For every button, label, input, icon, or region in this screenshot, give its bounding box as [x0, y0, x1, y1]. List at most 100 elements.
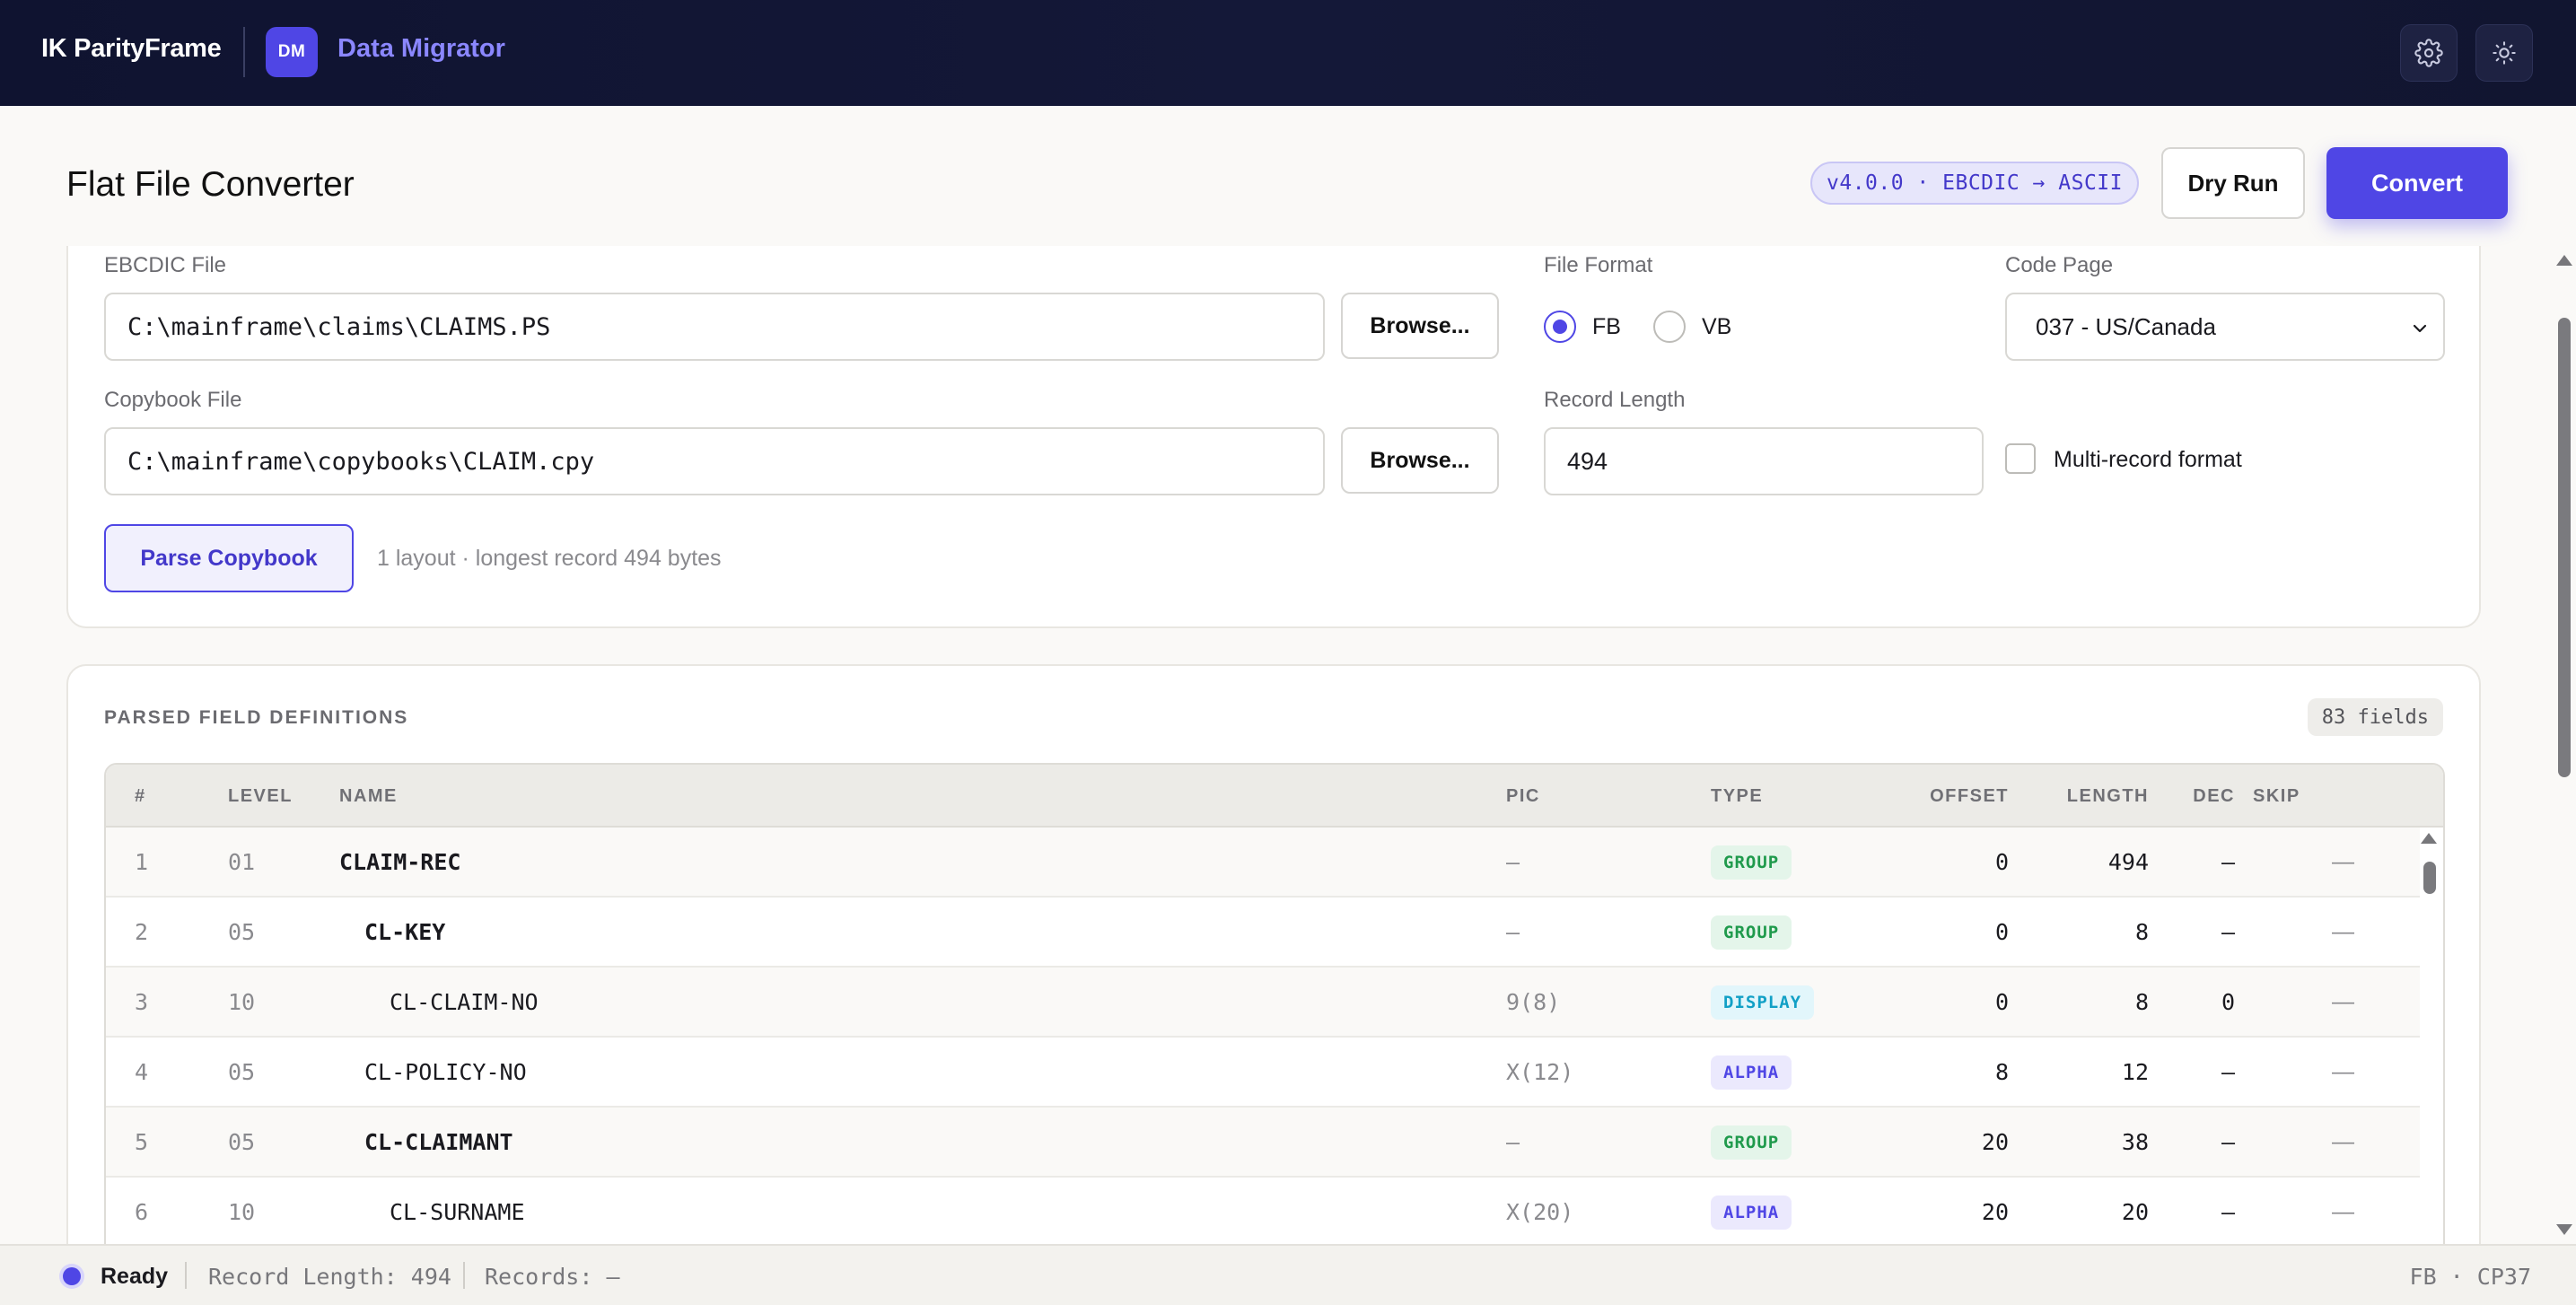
status-format-info: FB · CP37 — [2409, 1264, 2531, 1290]
ebcdic-file-input[interactable]: C:\mainframe\claims\CLAIMS.PS — [104, 293, 1325, 361]
status-divider — [185, 1262, 187, 1289]
col-header-name: NAME — [339, 786, 398, 806]
row-dec: — — [2221, 919, 2235, 945]
row-offset: 0 — [1994, 919, 2009, 945]
col-header-type: TYPE — [1711, 786, 1764, 806]
brand-name: IK ParityFrame — [41, 34, 222, 63]
page-scroll-down-icon[interactable] — [2556, 1224, 2572, 1235]
type-badge: GROUP — [1711, 915, 1792, 950]
status-record-length: Record Length: 494 — [208, 1264, 451, 1290]
row-number: 6 — [135, 1199, 149, 1225]
parse-copybook-button[interactable]: Parse Copybook — [104, 524, 354, 592]
file-format-label: File Format — [1544, 253, 1653, 277]
format-fb-label: FB — [1592, 314, 1621, 339]
settings-button[interactable] — [2400, 24, 2458, 82]
table-row[interactable]: 3 10 CL-CLAIM-NO 9(8) DISPLAY 0 8 0 — — [106, 968, 2420, 1038]
row-skip[interactable]: — — [2332, 1129, 2354, 1155]
copybook-browse-button[interactable]: Browse... — [1341, 427, 1499, 494]
code-page-value: 037 - US/Canada — [2036, 312, 2216, 340]
type-badge: GROUP — [1711, 1125, 1792, 1160]
brand-divider — [243, 27, 245, 77]
table-row[interactable]: 4 05 CL-POLICY-NO X(12) ALPHA 8 12 — — — [106, 1038, 2420, 1108]
page-title: Flat File Converter — [66, 165, 355, 204]
row-pic: — — [1506, 919, 1520, 945]
row-skip[interactable]: — — [2332, 1059, 2354, 1085]
table-row[interactable]: 6 10 CL-SURNAME X(20) ALPHA 20 20 — — — [106, 1178, 2420, 1244]
record-length-input[interactable]: 494 — [1544, 427, 1984, 495]
table-scrollbar[interactable] — [2418, 829, 2440, 1244]
col-header-pic: PIC — [1506, 786, 1540, 806]
copybook-file-input[interactable]: C:\mainframe\copybooks\CLAIM.cpy — [104, 427, 1325, 495]
gear-icon — [2414, 39, 2443, 67]
row-level: 05 — [228, 919, 256, 945]
col-header-length: LENGTH — [2066, 786, 2149, 806]
row-pic: X(12) — [1506, 1059, 1574, 1085]
ebcdic-file-label: EBCDIC File — [104, 253, 227, 277]
app-name[interactable]: Data Migrator — [337, 34, 505, 64]
dry-run-button[interactable]: Dry Run — [2161, 147, 2305, 219]
scroll-up-icon[interactable] — [2421, 833, 2437, 844]
format-vb-radio[interactable] — [1653, 311, 1686, 343]
row-dec: 0 — [2221, 989, 2235, 1015]
theme-toggle-button[interactable] — [2475, 24, 2533, 82]
row-length: 38 — [2121, 1129, 2149, 1155]
row-skip[interactable]: — — [2332, 1199, 2354, 1225]
col-header-number: # — [135, 786, 146, 806]
row-length: 8 — [2134, 989, 2149, 1015]
record-length-label: Record Length — [1544, 388, 1686, 412]
row-level: 10 — [228, 1199, 256, 1225]
row-skip[interactable]: — — [2332, 919, 2354, 945]
row-level: 05 — [228, 1059, 256, 1085]
format-fb-radio[interactable] — [1544, 311, 1576, 343]
table-row[interactable]: 2 05 CL-KEY — GROUP 0 8 — — — [106, 898, 2420, 968]
page-scroll-thumb[interactable] — [2558, 318, 2571, 777]
convert-button[interactable]: Convert — [2326, 147, 2508, 219]
row-number: 1 — [135, 849, 149, 875]
type-badge: ALPHA — [1711, 1055, 1792, 1090]
row-dec: — — [2221, 1199, 2235, 1225]
ebcdic-browse-button[interactable]: Browse... — [1341, 293, 1499, 359]
row-dec: — — [2221, 1059, 2235, 1085]
row-dec: — — [2221, 1129, 2235, 1155]
page-scrollbar[interactable] — [2551, 246, 2576, 1244]
top-nav-bar: IK ParityFrame DM Data Migrator — [0, 0, 2576, 106]
row-length: 12 — [2121, 1059, 2149, 1085]
row-length: 20 — [2121, 1199, 2149, 1225]
type-badge: DISPLAY — [1711, 985, 1815, 1020]
table-row[interactable]: 5 05 CL-CLAIMANT — GROUP 20 38 — — — [106, 1108, 2420, 1178]
row-length: 494 — [2107, 849, 2149, 875]
row-pic: — — [1506, 849, 1520, 875]
col-header-offset: OFFSET — [1930, 786, 2009, 806]
row-offset: 20 — [1981, 1129, 2009, 1155]
row-skip[interactable]: — — [2332, 849, 2354, 875]
status-indicator-icon — [63, 1267, 81, 1285]
col-header-skip: SKIP — [2253, 786, 2300, 806]
col-header-level: LEVEL — [228, 786, 293, 806]
status-divider — [463, 1262, 465, 1289]
sun-icon — [2493, 41, 2516, 65]
row-number: 4 — [135, 1059, 149, 1085]
type-badge: GROUP — [1711, 845, 1792, 880]
row-level: 05 — [228, 1129, 256, 1155]
page-scroll-up-icon[interactable] — [2556, 255, 2572, 266]
row-number: 3 — [135, 989, 149, 1015]
row-name: CL-SURNAME — [390, 1199, 525, 1225]
table-header: # LEVEL NAME PIC TYPE OFFSET LENGTH DEC … — [106, 765, 2443, 828]
row-pic: 9(8) — [1506, 989, 1561, 1015]
table-row[interactable]: 1 01 CLAIM-REC — GROUP 0 494 — — — [106, 828, 2420, 898]
app-badge: DM — [266, 27, 318, 77]
chevron-down-icon — [2413, 324, 2427, 333]
row-name: CLAIM-REC — [339, 849, 461, 875]
status-bar: Ready Record Length: 494 Records: — FB ·… — [0, 1244, 2576, 1305]
multi-record-label: Multi-record format — [2054, 447, 2242, 472]
format-vb-label: VB — [1702, 314, 1732, 339]
row-dec: — — [2221, 849, 2235, 875]
parse-summary: 1 layout · longest record 494 bytes — [377, 546, 722, 571]
code-page-select[interactable]: 037 - US/Canada — [2005, 293, 2445, 361]
row-number: 2 — [135, 919, 149, 945]
table-scroll-thumb[interactable] — [2423, 862, 2436, 894]
type-badge: ALPHA — [1711, 1196, 1792, 1230]
multi-record-checkbox[interactable] — [2005, 443, 2036, 474]
row-skip[interactable]: — — [2332, 989, 2354, 1015]
row-pic: — — [1506, 1129, 1520, 1155]
